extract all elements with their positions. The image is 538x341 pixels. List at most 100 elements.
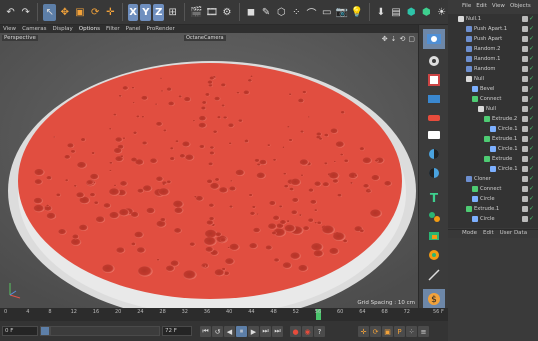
enable-check-icon[interactable]: ✓ <box>529 166 535 172</box>
enable-check-icon[interactable]: ✓ <box>529 116 535 122</box>
render-view-icon[interactable]: 🎬 <box>190 4 203 21</box>
text-tool-icon[interactable]: T <box>423 188 445 208</box>
floor-icon[interactable]: ▭ <box>320 4 333 21</box>
object-row[interactable]: Circle.1 ✓ <box>448 144 538 154</box>
object-row[interactable]: Push Apart.1 ✓ <box>448 24 538 34</box>
play-icon[interactable]: ⏸ <box>236 326 247 337</box>
octane-object-icon[interactable]: ⬢ <box>420 4 433 21</box>
object-row[interactable]: Extrude.1 ✓ <box>448 204 538 214</box>
visibility-toggle[interactable] <box>522 66 528 72</box>
enable-check-icon[interactable]: ✓ <box>529 86 535 92</box>
key-param-icon[interactable]: P <box>394 326 405 337</box>
cloud-icon[interactable] <box>423 29 445 49</box>
visibility-toggle[interactable] <box>522 16 528 22</box>
record-icon[interactable]: ● <box>290 326 301 337</box>
light-icon[interactable]: 💡 <box>350 4 363 21</box>
enable-check-icon[interactable]: ✓ <box>529 146 535 152</box>
key-scale-icon[interactable]: ▣ <box>382 326 393 337</box>
menu-item-filter[interactable]: Filter <box>106 26 120 32</box>
redo-icon[interactable]: ↷ <box>19 4 32 21</box>
am-menu-mode[interactable]: Mode <box>462 230 477 238</box>
enable-check-icon[interactable]: ✓ <box>529 106 535 112</box>
paint-icon[interactable] <box>423 245 445 265</box>
object-row[interactable]: Null.1 ✓ <box>448 14 538 24</box>
visibility-toggle[interactable] <box>522 96 528 102</box>
enable-check-icon[interactable]: ✓ <box>529 206 535 212</box>
key-pla-icon[interactable]: ⁘ <box>406 326 417 337</box>
move-tool-icon[interactable]: ✥ <box>58 4 71 21</box>
start-frame-field[interactable]: 0 F <box>2 326 38 336</box>
visibility-toggle[interactable] <box>522 126 528 132</box>
axis-x-button[interactable]: X <box>127 3 139 21</box>
cloner-menu-icon[interactable]: ⁘ <box>290 4 303 21</box>
menu-item-view[interactable]: View <box>3 26 16 32</box>
om-menu-view[interactable]: View <box>492 3 505 13</box>
enable-check-icon[interactable]: ✓ <box>529 36 535 42</box>
object-row[interactable]: Null ✓ <box>448 74 538 84</box>
camera-icon[interactable]: 📷 <box>335 4 348 21</box>
viewport[interactable]: Perspective OctaneCamera ✥ ⇣ ⟲ ▢ Grid Sp… <box>0 33 418 308</box>
scale-tool-icon[interactable]: ▣ <box>73 4 86 21</box>
timeline-menu-icon[interactable]: ≡ <box>418 326 429 337</box>
om-menu-edit[interactable]: Edit <box>476 3 487 13</box>
snap-icon[interactable] <box>423 207 445 227</box>
cube-icon[interactable]: ◼ <box>244 4 257 21</box>
enable-check-icon[interactable]: ✓ <box>529 156 535 162</box>
menu-item-panel[interactable]: Panel <box>126 26 141 32</box>
object-row[interactable]: Random.2 ✓ <box>448 44 538 54</box>
enable-check-icon[interactable]: ✓ <box>529 196 535 202</box>
visibility-toggle[interactable] <box>522 136 528 142</box>
enable-check-icon[interactable]: ✓ <box>529 176 535 182</box>
enable-check-icon[interactable]: ✓ <box>529 126 535 132</box>
texture-mode-icon[interactable] <box>423 70 445 90</box>
enable-check-icon[interactable]: ✓ <box>529 186 535 192</box>
object-row[interactable]: Random.1 ✓ <box>448 54 538 64</box>
object-row[interactable]: Bevel ✓ <box>448 84 538 94</box>
object-row[interactable]: Circle.1 ✓ <box>448 124 538 134</box>
select-tool-icon[interactable]: ↖ <box>43 3 57 21</box>
enable-check-icon[interactable]: ✓ <box>529 16 535 22</box>
visibility-toggle[interactable] <box>522 156 528 162</box>
menu-item-prorender[interactable]: ProRender <box>147 26 175 32</box>
om-menu-objects[interactable]: Objects <box>510 3 531 13</box>
render-picture-viewer-icon[interactable]: 🎞 <box>205 4 218 21</box>
octane-material-icon[interactable]: ⬢ <box>405 4 418 21</box>
object-row[interactable]: Connect ✓ <box>448 94 538 104</box>
menu-item-options[interactable]: Options <box>79 26 100 32</box>
step-back-icon[interactable]: ◀ <box>224 326 235 337</box>
visibility-toggle[interactable] <box>522 186 528 192</box>
object-row[interactable]: Extrude ✓ <box>448 154 538 164</box>
object-row[interactable]: Extrude.2 ✓ <box>448 114 538 124</box>
visibility-toggle[interactable] <box>522 206 528 212</box>
visibility-toggle[interactable] <box>522 176 528 182</box>
visibility-toggle[interactable] <box>522 46 528 52</box>
model-mode-icon[interactable] <box>423 144 445 164</box>
goto-end-icon[interactable]: ⏭ <box>272 326 283 337</box>
subdivision-icon[interactable]: ⬡ <box>275 4 288 21</box>
visibility-toggle[interactable] <box>522 146 528 152</box>
visibility-toggle[interactable] <box>522 216 528 222</box>
object-row[interactable]: Circle ✓ <box>448 194 538 204</box>
enable-check-icon[interactable]: ✓ <box>529 26 535 32</box>
visibility-toggle[interactable] <box>522 116 528 122</box>
object-row[interactable]: Random ✓ <box>448 64 538 74</box>
gear-icon[interactable] <box>423 51 445 71</box>
axis-z-button[interactable]: Z <box>153 3 165 21</box>
maximize-icon[interactable]: ▢ <box>408 35 415 43</box>
object-row[interactable]: Extrude.1 ✓ <box>448 134 538 144</box>
enable-check-icon[interactable]: ✓ <box>529 46 535 52</box>
object-row[interactable]: Circle.1 ✓ <box>448 164 538 174</box>
viewport-label[interactable]: Perspective <box>2 35 38 41</box>
key-position-icon[interactable]: ✛ <box>358 326 369 337</box>
octane-daylight-icon[interactable]: ☀ <box>435 4 448 21</box>
visibility-toggle[interactable] <box>522 196 528 202</box>
menu-item-cameras[interactable]: Cameras <box>22 26 46 32</box>
deformer-icon[interactable]: ⌒ <box>305 4 318 21</box>
key-rotation-icon[interactable]: ⟳ <box>370 326 381 337</box>
goto-start-icon[interactable]: ⏮ <box>200 326 211 337</box>
step-forward-icon[interactable]: ▶ <box>248 326 259 337</box>
visibility-toggle[interactable] <box>522 106 528 112</box>
visibility-toggle[interactable] <box>522 86 528 92</box>
object-mode-icon[interactable] <box>423 163 445 183</box>
polygons-mode-icon[interactable] <box>423 125 445 145</box>
